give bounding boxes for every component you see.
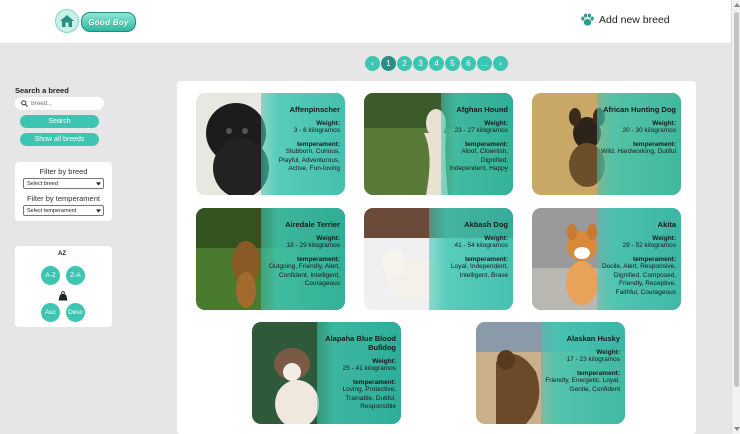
page-scrollbar[interactable]	[731, 0, 740, 434]
weight-label: Weight:	[316, 120, 340, 127]
temperament-label: temperament:	[465, 141, 508, 149]
temperament-label: temperament:	[633, 256, 676, 264]
scroll-thumb[interactable]	[734, 12, 739, 387]
filter-breed-value: Select breed	[27, 180, 58, 187]
breed-card-akbash-dog[interactable]: Akbash Dog Weight: 41 - 54 kilogramos te…	[364, 208, 513, 310]
breed-name: Afghan Hound	[456, 105, 508, 114]
weight-label: Weight:	[652, 120, 676, 127]
search-button[interactable]: Search	[20, 115, 99, 128]
weight-label: Weight:	[316, 235, 340, 242]
temperament-label: temperament:	[353, 379, 396, 387]
breed-card-african-hunting-dog[interactable]: African Hunting Dog Weight: 20 - 30 kilo…	[532, 93, 681, 195]
weight-value: 41 - 54 kilogramos	[454, 242, 508, 249]
paw-icon	[581, 13, 594, 26]
weight-value: 23 - 27 kilogramos	[454, 127, 508, 134]
sort-az-button[interactable]: A-Z	[41, 266, 60, 285]
breed-name: Akita	[657, 220, 676, 229]
temperament-label: temperament:	[465, 256, 508, 264]
weight-label: Weight:	[652, 235, 676, 242]
temperament-label: temperament:	[297, 141, 340, 149]
weight-label: Weight:	[596, 349, 620, 356]
page-button-ellipsis[interactable]: ...	[477, 56, 492, 71]
temperament-label: temperament:	[297, 256, 340, 264]
temperament-value: Loyal, Independent, Intelligent, Brave	[450, 263, 508, 279]
top-navbar: Good Boy Add new breed	[0, 0, 731, 43]
temperament-label: temperament:	[577, 370, 620, 378]
weight-value: 29 - 52 kilogramos	[622, 242, 676, 249]
breed-name: Alapaha Blue Blood Bulldog	[325, 334, 396, 352]
breeds-grid: Affenpinscher Weight: 3 - 6 kilogramos t…	[177, 81, 696, 434]
weight-value: 3 - 6 kilogramos	[293, 127, 340, 134]
breed-name: Airedale Terrier	[285, 220, 340, 229]
filter-breed-label: Filter by breed	[39, 167, 88, 176]
temperament-value: Wild, Hardworking, Dutiful	[601, 148, 676, 156]
chevron-down-icon	[96, 181, 101, 186]
weight-icon	[58, 288, 68, 301]
breed-card-afghan-hound[interactable]: Afghan Hound Weight: 23 - 27 kilogramos …	[364, 93, 513, 195]
breed-name: Alaskan Husky	[566, 334, 620, 343]
page-button-1[interactable]: 1	[381, 56, 396, 71]
chevron-down-icon	[96, 208, 101, 213]
filter-temperament-value: Select temperament	[27, 207, 77, 214]
scroll-up-icon[interactable]	[734, 3, 740, 7]
weight-value: 25 - 41 kilogramos	[342, 365, 396, 372]
temperament-value: Docile, Alert, Responsive, Dignified, Co…	[601, 263, 676, 296]
breed-card-alapaha-blue-blood-bulldog[interactable]: Alapaha Blue Blood Bulldog Weight: 25 - …	[252, 322, 401, 424]
sort-card: AZ A-Z Z-A Asc Desc	[15, 246, 112, 327]
breed-card-airedale-terrier[interactable]: Airedale Terrier Weight: 18 - 29 kilogra…	[196, 208, 345, 310]
add-new-breed-label: Add new breed	[599, 13, 670, 26]
temperament-value: Stubborn, Curious, Playful, Adventurous,…	[278, 148, 340, 173]
filter-breed-select[interactable]: Select breed	[23, 178, 104, 189]
page-button-3[interactable]: 3	[413, 56, 428, 71]
sort-desc-button[interactable]: Desc	[66, 303, 85, 322]
search-title: Search a breed	[15, 86, 69, 95]
pagination: ‹ 1 2 3 4 5 6 ... ›	[365, 56, 508, 71]
temperament-value: Aloof, Clownish, Dignified, Independent,…	[449, 148, 508, 173]
search-input[interactable]	[31, 100, 101, 107]
home-icon[interactable]	[55, 9, 79, 33]
temperament-value: Loving, Protective, Trainable, Dutiful, …	[342, 386, 396, 411]
filter-card: Filter by breed Select breed Filter by t…	[15, 162, 112, 221]
page-button-5[interactable]: 5	[445, 56, 460, 71]
next-page-button[interactable]: ›	[493, 56, 508, 71]
temperament-value: Friendly, Energetic, Loyal, Gentle, Conf…	[545, 377, 620, 393]
weight-label: Weight:	[484, 120, 508, 127]
breed-name: Akbash Dog	[464, 220, 508, 229]
weight-value: 17 - 23 kilogramos	[566, 356, 620, 363]
weight-value: 20 - 30 kilogramos	[622, 127, 676, 134]
temperament-value: Outgoing, Friendly, Alert, Confident, In…	[268, 263, 340, 288]
page-button-4[interactable]: 4	[429, 56, 444, 71]
page-button-6[interactable]: 6	[461, 56, 476, 71]
show-all-breeds-button[interactable]: Show all breeds	[20, 133, 99, 146]
sort-alpha-icon: AZ	[58, 251, 66, 257]
search-icon	[21, 100, 28, 107]
page-button-2[interactable]: 2	[397, 56, 412, 71]
breed-name: Affenpinscher	[289, 105, 340, 114]
weight-label: Weight:	[484, 235, 508, 242]
weight-label: Weight:	[372, 358, 396, 365]
scroll-down-icon[interactable]	[734, 427, 740, 431]
breed-name: African Hunting Dog	[603, 105, 676, 114]
prev-page-button[interactable]: ‹	[365, 56, 380, 71]
add-new-breed-link[interactable]: Add new breed	[580, 12, 670, 27]
breed-card-alaskan-husky[interactable]: Alaskan Husky Weight: 17 - 23 kilogramos…	[476, 322, 625, 424]
weight-value: 18 - 29 kilogramos	[286, 242, 340, 249]
filter-temperament-select[interactable]: Select temperament	[23, 205, 104, 216]
sort-za-button[interactable]: Z-A	[66, 266, 85, 285]
sort-asc-button[interactable]: Asc	[41, 303, 60, 322]
breed-card-akita[interactable]: Akita Weight: 29 - 52 kilogramos tempera…	[532, 208, 681, 310]
breed-card-affenpinscher[interactable]: Affenpinscher Weight: 3 - 6 kilogramos t…	[196, 93, 345, 195]
good-boy-logo[interactable]: Good Boy	[81, 12, 136, 32]
search-box[interactable]	[15, 97, 104, 110]
temperament-label: temperament:	[633, 141, 676, 149]
filter-temperament-label: Filter by temperament	[27, 194, 100, 203]
